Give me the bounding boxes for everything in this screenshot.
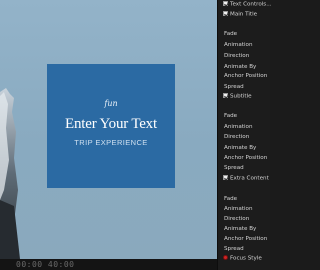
- param-fade[interactable]: Fade: [224, 31, 237, 39]
- param-anchor-position[interactable]: Anchor Position: [224, 73, 267, 81]
- param-animation[interactable]: Animation: [224, 42, 253, 50]
- timecode-bar: 00:00 40:00: [0, 259, 217, 270]
- param-animation[interactable]: Animation: [224, 124, 253, 132]
- viewer-canvas[interactable]: fun Enter Your Text TRIP EXPERIENCE: [0, 0, 217, 259]
- checkbox-label: Subtitle: [230, 93, 252, 100]
- param-animation[interactable]: Animation: [224, 206, 253, 214]
- checkbox-icon[interactable]: [223, 11, 228, 16]
- red-dot-icon[interactable]: [223, 255, 228, 260]
- param-direction[interactable]: Direction: [224, 53, 249, 61]
- inspector-panel: Text Controls... Main Title Fade Animati…: [217, 0, 272, 270]
- checkbox-extra-content[interactable]: Extra Content: [223, 175, 269, 183]
- param-anchor-position[interactable]: Anchor Position: [224, 236, 267, 244]
- param-spread[interactable]: Spread: [224, 84, 244, 92]
- param-spread[interactable]: Spread: [224, 246, 244, 254]
- main-title-text[interactable]: Enter Your Text: [47, 116, 175, 133]
- checkbox-text-controls[interactable]: Text Controls...: [223, 1, 272, 9]
- checkbox-label: Main Title: [230, 11, 258, 18]
- checkbox-label: Text Controls...: [230, 1, 272, 8]
- param-animate-by[interactable]: Animate By: [224, 145, 256, 153]
- checkbox-label: Extra Content: [230, 175, 269, 182]
- param-anchor-position[interactable]: Anchor Position: [224, 155, 267, 163]
- param-direction[interactable]: Direction: [224, 216, 249, 224]
- checkbox-icon[interactable]: [223, 175, 228, 180]
- param-animate-by[interactable]: Animate By: [224, 64, 256, 72]
- timecode-display: 00:00 40:00: [16, 260, 75, 269]
- checkbox-icon[interactable]: [223, 93, 228, 98]
- focus-style-label: Focus Style: [230, 255, 262, 262]
- param-fade[interactable]: Fade: [224, 113, 237, 121]
- checkbox-subtitle[interactable]: Subtitle: [223, 93, 252, 101]
- param-fade[interactable]: Fade: [224, 196, 237, 204]
- checkbox-icon[interactable]: [223, 1, 228, 6]
- focus-style-item[interactable]: Focus Style: [223, 255, 262, 263]
- title-card[interactable]: fun Enter Your Text TRIP EXPERIENCE: [47, 64, 175, 188]
- param-direction[interactable]: Direction: [224, 134, 249, 142]
- param-animate-by[interactable]: Animate By: [224, 226, 256, 234]
- title-eyebrow: fun: [104, 99, 118, 108]
- checkbox-main-title[interactable]: Main Title: [223, 11, 257, 19]
- param-spread[interactable]: Spread: [224, 165, 244, 173]
- subtitle-text[interactable]: TRIP EXPERIENCE: [47, 138, 175, 147]
